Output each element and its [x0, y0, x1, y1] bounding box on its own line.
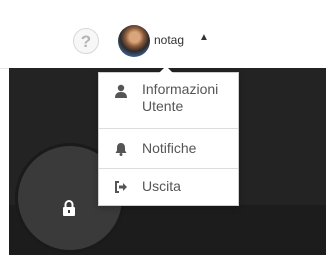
menu-item-user-info[interactable]: Informazioni Utente [99, 73, 238, 129]
menu-item-logout[interactable]: Uscita [99, 169, 238, 205]
menu-item-label: Informazioni Utente [142, 81, 234, 115]
user-icon [115, 84, 127, 98]
menu-item-label: Uscita [142, 178, 181, 194]
menu-item-notifications[interactable]: Notifiche [99, 129, 238, 169]
menu-item-label: Notifiche [142, 140, 197, 156]
username-label: notag [154, 33, 185, 47]
caret-up-icon: ▲ [199, 32, 209, 43]
sign-out-icon [115, 181, 127, 193]
user-dropdown-menu: Informazioni Utente Notifiche Uscita [98, 66, 239, 206]
user-menu-toggle[interactable]: notag ▲ [118, 25, 228, 57]
menu-item-label-line1: Informazioni [142, 81, 219, 97]
bell-icon [115, 143, 127, 156]
menu-item-label-line2: Utente [142, 98, 184, 114]
lock-icon [63, 200, 75, 216]
avatar [118, 25, 150, 57]
top-bar: ? notag ▲ [0, 0, 326, 69]
help-button[interactable]: ? [73, 28, 99, 54]
app-frame: ? notag ▲ Informazioni Utente Notifiche … [0, 0, 326, 255]
